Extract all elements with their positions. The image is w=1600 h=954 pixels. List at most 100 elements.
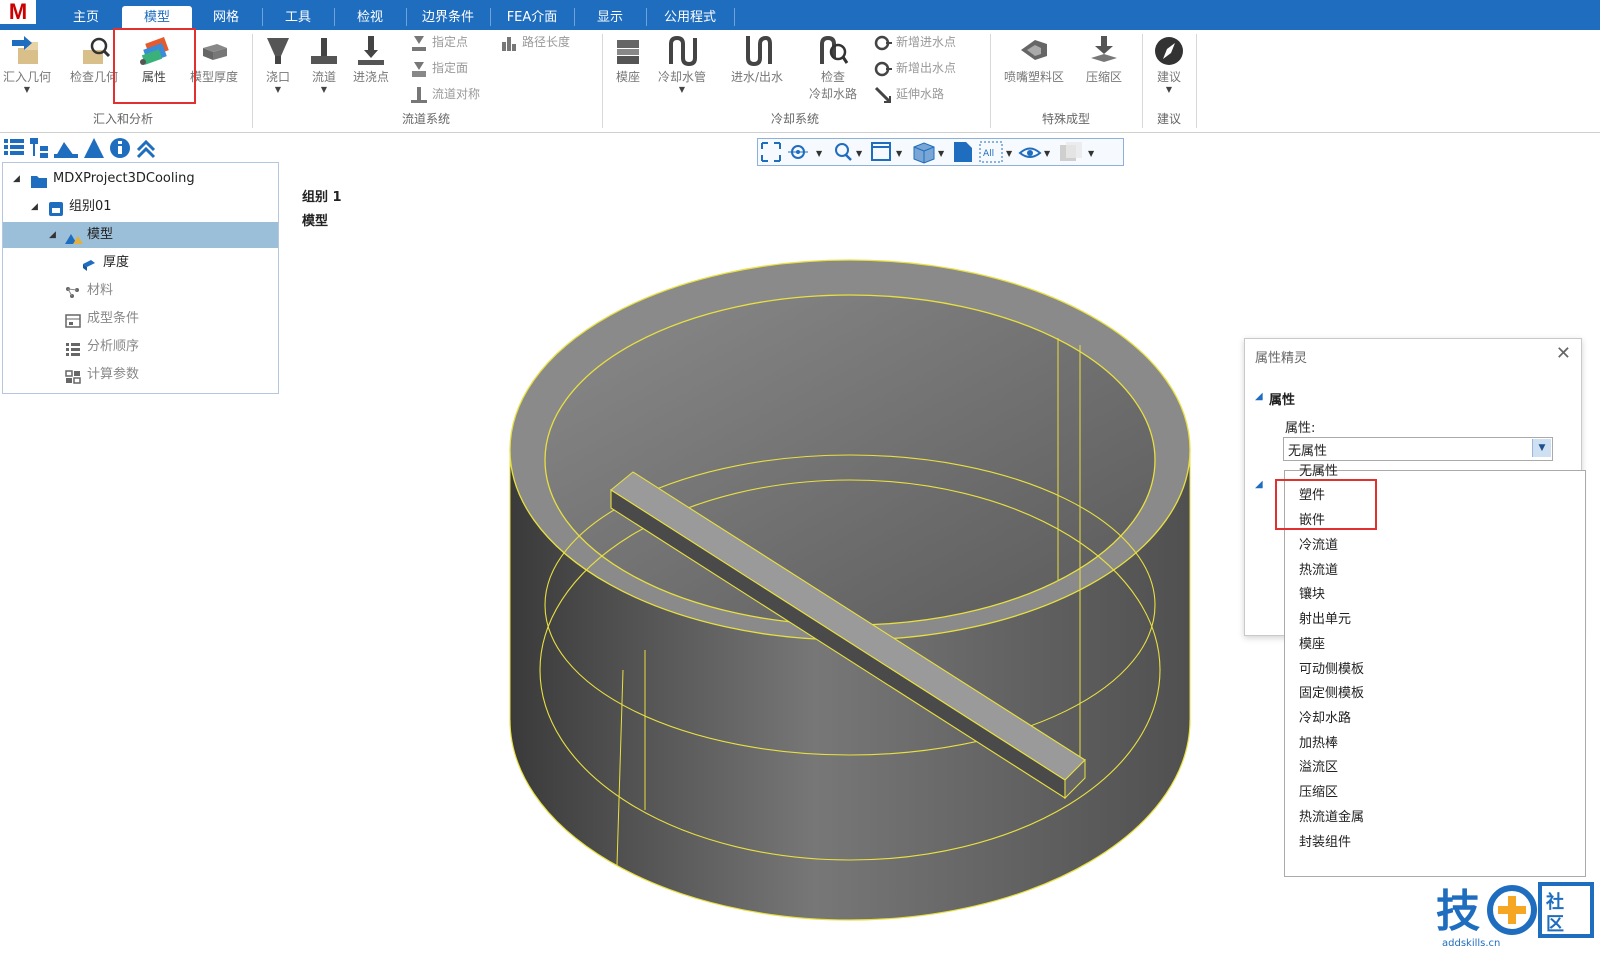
dropdown-option[interactable]: 固定侧模板 (1299, 681, 1364, 706)
property-select[interactable]: 无属性 ▼ (1283, 437, 1553, 461)
dropdown-option[interactable]: 镶块 (1299, 582, 1325, 607)
group-separator (1142, 34, 1143, 128)
tab-fea[interactable]: FEA介面 (494, 6, 570, 30)
close-icon[interactable]: ✕ (1556, 343, 1571, 364)
dropdown-option[interactable]: 溢流区 (1299, 755, 1338, 780)
assign-point-button[interactable]: 指定点 (410, 32, 468, 52)
add-inlet-button[interactable]: 新增进水点 (874, 32, 956, 52)
tab-separator (490, 8, 491, 26)
group-separator (252, 34, 253, 128)
watermark-url: addskills.cn (1442, 938, 1500, 949)
nozzle-area-button[interactable]: 喷嘴塑料区 (996, 34, 1072, 85)
add-outlet-button[interactable]: 新增出水点 (874, 58, 956, 78)
dropdown-option[interactable]: 压缩区 (1299, 780, 1338, 805)
cube-view-icon[interactable] (913, 142, 935, 164)
dropdown-option[interactable]: 热流道金属 (1299, 805, 1364, 830)
chevron-down-icon[interactable]: ▼ (1532, 439, 1551, 457)
inlet-outlet-icon (740, 34, 774, 68)
dropdown-option[interactable]: 冷却水路 (1299, 706, 1351, 731)
model-3d-view[interactable] (505, 250, 1225, 940)
tab-separator (334, 8, 335, 26)
calc-parameters-icon (65, 368, 81, 384)
project-tree: ◢ MDXProject3DCooling ◢ 组别01 ◢ 模型 厚度 材料 … (2, 162, 279, 394)
dropdown-option[interactable]: 加热棒 (1299, 731, 1338, 756)
inlet-outlet-button[interactable]: 进水/出水 (722, 34, 792, 85)
tab-tools[interactable]: 工具 (266, 6, 330, 30)
chevron-down-icon[interactable]: ▼ (1146, 85, 1192, 94)
process-conditions-icon (65, 312, 81, 328)
boundary-icon[interactable] (54, 142, 78, 158)
tree-item-thickness[interactable]: 厚度 (3, 250, 278, 276)
runner-symmetry-label: 流道对称 (432, 87, 481, 101)
tab-inspect[interactable]: 检视 (338, 6, 402, 30)
path-length-button[interactable]: 路径长度 (500, 32, 570, 52)
import-geometry-button[interactable]: 汇入几何 ▼ (0, 34, 54, 94)
dropdown-option[interactable]: 可动侧模板 (1299, 657, 1364, 682)
tree-item-material[interactable]: 材料 (3, 278, 278, 304)
chevron-down-icon[interactable]: ▼ (0, 85, 54, 94)
mesh-icon[interactable] (84, 138, 104, 158)
add-inlet-icon (874, 34, 892, 52)
runner-symmetry-icon (410, 86, 428, 104)
tree-item-analysis-sequence[interactable]: 分析顺序 (3, 334, 278, 360)
chevron-down-icon[interactable]: ▼ (652, 85, 712, 94)
section-collapse-icon[interactable]: ◢ (1255, 391, 1263, 402)
mold-base-button[interactable]: 模座 (606, 34, 650, 85)
tree-item-model[interactable]: ◢ 模型 (3, 222, 278, 248)
gate-label: 浇口 (265, 70, 290, 84)
assign-face-button[interactable]: 指定面 (410, 58, 468, 78)
zoom-icon[interactable] (835, 143, 852, 161)
group-separator (1196, 34, 1197, 128)
cooling-pipe-icon (665, 34, 699, 68)
dropdown-option[interactable]: 封装组件 (1299, 830, 1351, 855)
extend-channel-button[interactable]: 延伸水路 (874, 84, 944, 104)
tab-boundary[interactable]: 边界条件 (410, 6, 486, 30)
select-all-label: All (983, 149, 994, 159)
expand-triangle-icon[interactable]: ◢ (49, 222, 56, 248)
check-cooling-button[interactable]: 检查 冷却水路 (798, 34, 868, 102)
gate-button[interactable]: 浇口 ▼ (256, 34, 300, 94)
cooling-pipe-button[interactable]: 冷却水管 ▼ (652, 34, 712, 94)
runner-symmetry-button[interactable]: 流道对称 (410, 84, 480, 104)
dropdown-option[interactable]: 射出单元 (1299, 607, 1351, 632)
injection-point-button[interactable]: 进浇点 (348, 34, 394, 85)
tree-view-icon[interactable] (30, 138, 48, 158)
dropdown-option[interactable]: 热流道 (1299, 558, 1338, 583)
dropdown-option[interactable]: 冷流道 (1299, 533, 1338, 558)
dropdown-option[interactable]: 模座 (1299, 632, 1325, 657)
transparency-icon[interactable] (1060, 142, 1082, 161)
tree-item-calc-parameters[interactable]: 计算参数 (3, 362, 278, 388)
property-select-value: 无属性 (1288, 444, 1328, 459)
tree-item-group01[interactable]: ◢ 组别01 (3, 194, 278, 220)
chevron-down-icon[interactable]: ▼ (302, 85, 346, 94)
app-logo[interactable]: M (0, 0, 36, 24)
assign-point-label: 指定点 (432, 35, 469, 49)
page-icon[interactable] (954, 142, 972, 162)
tab-display[interactable]: 显示 (578, 6, 642, 30)
tab-model[interactable]: 模型 (122, 6, 192, 30)
chevron-down-icon[interactable]: ▼ (256, 85, 300, 94)
collapse-icon[interactable] (136, 139, 156, 159)
tree-item-project[interactable]: ◢ MDXProject3DCooling (3, 166, 278, 192)
runner-button[interactable]: 流道 ▼ (302, 34, 346, 94)
list-view-icon[interactable] (4, 139, 24, 155)
nozzle-area-label: 喷嘴塑料区 (1003, 70, 1064, 84)
tree-item-process-conditions[interactable]: 成型条件 (3, 306, 278, 332)
fit-view-icon[interactable] (761, 142, 781, 162)
visibility-eye-icon[interactable] (1018, 147, 1042, 158)
tree-item-label: 厚度 (103, 255, 130, 270)
tab-home[interactable]: 主页 (56, 6, 116, 30)
info-icon[interactable] (110, 138, 130, 158)
check-cooling-icon (816, 34, 850, 68)
check-cooling-label-2: 冷却水路 (808, 87, 857, 101)
svg-text:▼: ▼ (896, 149, 903, 158)
rotate-center-icon[interactable] (788, 145, 808, 159)
window-icon[interactable] (871, 142, 891, 161)
tab-utilities[interactable]: 公用程式 (650, 6, 730, 30)
expand-triangle-icon[interactable]: ◢ (13, 166, 20, 192)
tab-mesh[interactable]: 网格 (194, 6, 258, 30)
attribute-highlight (113, 28, 196, 104)
advice-button[interactable]: 建议 ▼ (1146, 34, 1192, 94)
compression-area-button[interactable]: 压缩区 (1074, 34, 1134, 85)
expand-triangle-icon[interactable]: ◢ (31, 194, 38, 220)
